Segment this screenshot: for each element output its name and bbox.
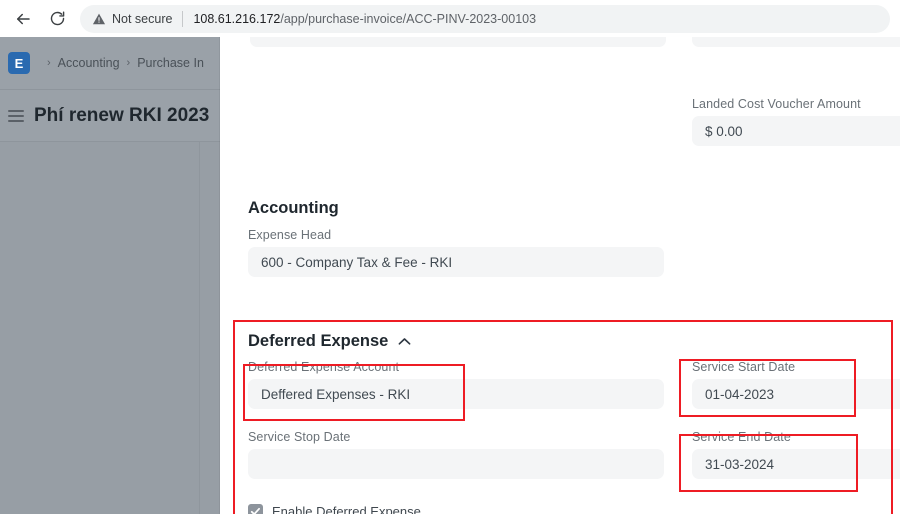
enable-deferred-expense-row[interactable]: Enable Deferred Expense — [248, 504, 421, 514]
service-stop-date-field: Service Stop Date — [248, 430, 664, 479]
sidebar-divider — [199, 142, 200, 514]
service-end-date-field: Service End Date 31-03-2024 — [692, 430, 900, 479]
browser-toolbar: Not secure 108.61.216.172/app/purchase-i… — [0, 0, 900, 37]
service-start-date-label: Service Start Date — [692, 360, 796, 374]
back-button[interactable] — [6, 2, 40, 36]
service-end-date-input[interactable]: 31-03-2024 — [692, 449, 900, 479]
landed-cost-voucher-amount-input[interactable]: $ 0.00 — [692, 116, 900, 146]
breadcrumb-separator-1: › — [126, 57, 131, 69]
warning-triangle-icon — [92, 12, 106, 26]
reload-button[interactable] — [40, 2, 74, 36]
deferred-expense-account-input[interactable]: Deffered Expenses - RKI — [248, 379, 664, 409]
chevron-up-icon[interactable] — [398, 337, 411, 346]
page-viewport: E › Accounting › Purchase In Phí renew R… — [0, 37, 900, 514]
landed-cost-voucher-amount-label: Landed Cost Voucher Amount — [692, 97, 861, 111]
enable-deferred-expense-label: Enable Deferred Expense — [272, 504, 421, 514]
cut-off-field-right[interactable] — [692, 37, 900, 47]
breadcrumb-separator-0: › — [47, 57, 51, 69]
url-path: /app/purchase-invoice/ACC-PINV-2023-0010… — [280, 11, 537, 26]
service-start-date-field: Service Start Date 01-04-2023 — [692, 360, 900, 409]
service-stop-date-input[interactable] — [248, 449, 664, 479]
deferred-expense-heading-text: Deferred Expense — [248, 332, 389, 350]
url-host: 108.61.216.172 — [193, 11, 281, 26]
page-title: Phí renew RKI 2023 — [34, 104, 210, 126]
breadcrumb-item-accounting[interactable]: Accounting — [58, 56, 120, 70]
app-navbar: E › Accounting › Purchase In — [0, 37, 222, 90]
document-title-bar: Phí renew RKI 2023 — [0, 90, 222, 142]
deferred-expense-account-field: Deferred Expense Account Deffered Expens… — [248, 360, 664, 409]
address-bar[interactable]: Not secure 108.61.216.172/app/purchase-i… — [80, 4, 890, 33]
purchase-invoice-item-dialog: Landed Cost Voucher Amount $ 0.00 Accoun… — [220, 37, 900, 514]
reload-icon — [50, 11, 64, 26]
enable-deferred-expense-checkbox[interactable] — [248, 504, 263, 514]
erpnext-logo-icon[interactable]: E — [8, 52, 30, 74]
landed-cost-voucher-amount-field: Landed Cost Voucher Amount $ 0.00 — [692, 97, 900, 146]
deferred-expense-section-heading[interactable]: Deferred Expense — [248, 332, 411, 351]
expense-head-field: Expense Head 600 - Company Tax & Fee - R… — [248, 228, 664, 277]
expense-head-label: Expense Head — [248, 228, 332, 242]
logo-letter: E — [14, 55, 24, 71]
expense-head-input[interactable]: 600 - Company Tax & Fee - RKI — [248, 247, 664, 277]
service-stop-date-label: Service Stop Date — [248, 430, 351, 444]
cut-off-field-left[interactable] — [250, 37, 666, 47]
url-text: 108.61.216.172/app/purchase-invoice/ACC-… — [193, 12, 536, 26]
service-end-date-label: Service End Date — [692, 430, 791, 444]
app-behind-modal: E › Accounting › Purchase In Phí renew R… — [0, 37, 222, 514]
app-content-area — [0, 142, 222, 514]
hamburger-icon[interactable] — [8, 107, 24, 125]
deferred-expense-account-label: Deferred Expense Account — [248, 360, 400, 374]
accounting-section-heading: Accounting — [248, 199, 339, 217]
arrow-left-icon — [17, 13, 30, 24]
service-start-date-input[interactable]: 01-04-2023 — [692, 379, 900, 409]
breadcrumb-item-purchase-invoice[interactable]: Purchase In — [137, 56, 204, 70]
breadcrumb: › Accounting › Purchase In — [40, 56, 204, 70]
checkmark-icon — [250, 507, 260, 514]
security-status-label: Not secure — [112, 11, 173, 26]
omnibox-divider — [182, 10, 184, 27]
